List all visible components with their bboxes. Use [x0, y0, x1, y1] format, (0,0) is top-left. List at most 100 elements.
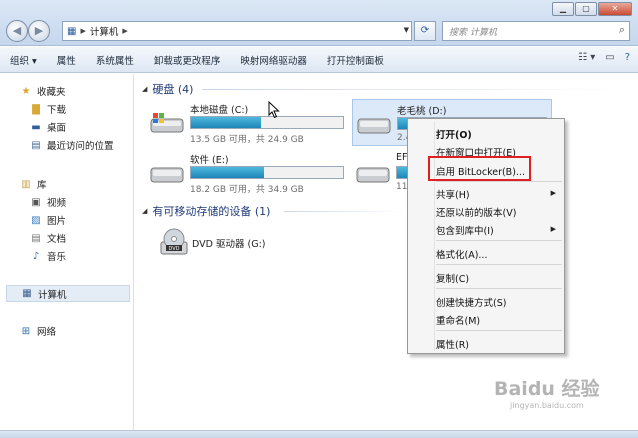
- menu-item-rename[interactable]: 重命名(M): [436, 313, 480, 327]
- toolbar-properties[interactable]: 属性: [47, 53, 86, 67]
- dvd-drive-icon: DVD: [160, 228, 188, 255]
- nav-label: 视频: [47, 198, 67, 209]
- menu-item-properties[interactable]: 属性(R): [436, 337, 469, 351]
- toolbar-map-drive[interactable]: 映射网络驱动器: [230, 53, 317, 67]
- nav-label: 桌面: [47, 123, 67, 134]
- mouse-cursor-icon: [268, 101, 280, 119]
- drive-dvd[interactable]: DVD DVD 驱动器 (G:): [160, 226, 320, 262]
- search-input[interactable]: 搜索 计算机 ⌕: [442, 21, 630, 41]
- downloads-folder-icon: ▇: [32, 103, 40, 115]
- drive-name: 本地磁盘 (C:): [190, 105, 249, 116]
- nav-label: 网络: [37, 327, 57, 338]
- capacity-bar: [190, 166, 344, 179]
- menu-item-open[interactable]: 打开(O): [436, 127, 472, 141]
- drive-space-info: 13.5 GB 可用，共 24.9 GB: [190, 135, 304, 145]
- close-button[interactable]: ✕: [598, 2, 632, 16]
- drive-space-info: 18.2 GB 可用，共 34.9 GB: [190, 185, 304, 195]
- nav-computer[interactable]: ▦ 计算机: [6, 285, 130, 302]
- menu-item-copy[interactable]: 复制(C): [436, 271, 469, 285]
- toolbar-control-panel[interactable]: 打开控制面板: [317, 53, 394, 67]
- nav-documents[interactable]: ▤ 文档: [30, 231, 66, 246]
- hard-drive-windows-icon: [150, 113, 184, 133]
- menu-separator: [436, 330, 562, 331]
- network-icon: ⊞: [21, 325, 31, 337]
- address-bar[interactable]: ▦ ▶ 计算机 ▶ ▼: [62, 21, 412, 41]
- drive-c[interactable]: 本地磁盘 (C:) 13.5 GB 可用，共 24.9 GB: [150, 102, 350, 146]
- breadcrumb-computer[interactable]: 计算机: [90, 24, 119, 38]
- watermark: Baidu 经验 jingyan.baidu.com: [494, 374, 600, 410]
- nav-desktop[interactable]: ▬ 桌面: [30, 120, 67, 135]
- libraries-icon: ▥: [21, 178, 31, 190]
- nav-label: 库: [37, 180, 47, 191]
- section-hard-disks[interactable]: ◢ 硬盘 (4): [142, 81, 193, 97]
- drive-space-info: 11: [396, 182, 408, 192]
- nav-label: 最近访问的位置: [47, 141, 114, 152]
- nav-network[interactable]: ⊞ 网络: [20, 324, 57, 339]
- search-placeholder: 搜索 计算机: [449, 28, 497, 38]
- title-bar: ▁ ▢ ✕ ◀ ▶ ▦ ▶ 计算机 ▶ ▼ ⟳ 搜索 计算机 ⌕: [0, 0, 638, 46]
- section-divider: [202, 89, 622, 90]
- nav-recent-places[interactable]: ▤ 最近访问的位置: [30, 138, 114, 153]
- music-icon: ♪: [32, 250, 40, 262]
- svg-text:DVD: DVD: [168, 246, 179, 252]
- menu-separator: [436, 240, 562, 241]
- section-removable[interactable]: ◢ 有可移动存储的设备 (1): [142, 203, 270, 219]
- breadcrumb-separator-icon: ▶: [80, 27, 86, 35]
- menu-item-include-library[interactable]: 包含到库中(I): [436, 223, 494, 237]
- nav-label: 计算机: [38, 289, 67, 301]
- nav-favorites[interactable]: ★ 收藏夹: [20, 84, 66, 99]
- nav-label: 收藏夹: [37, 87, 66, 98]
- star-icon: ★: [21, 85, 31, 97]
- menu-item-restore-versions[interactable]: 还原以前的版本(V): [436, 205, 516, 219]
- section-title: 硬盘 (4): [152, 83, 194, 96]
- nav-label: 下载: [47, 105, 67, 116]
- watermark-url: jingyan.baidu.com: [510, 401, 584, 410]
- help-icon[interactable]: ?: [625, 52, 630, 63]
- menu-separator: [436, 288, 562, 289]
- submenu-arrow-icon: ▶: [550, 189, 556, 197]
- nav-pictures[interactable]: ▨ 图片: [30, 213, 67, 228]
- capacity-bar-fill: [191, 117, 261, 128]
- hard-drive-icon: [357, 118, 391, 134]
- nav-label: 图片: [47, 216, 67, 227]
- drive-e[interactable]: 软件 (E:) 18.2 GB 可用，共 34.9 GB: [150, 152, 350, 196]
- back-button[interactable]: ◀: [6, 20, 28, 42]
- minimize-button[interactable]: ▁: [552, 2, 574, 16]
- toolbar-uninstall[interactable]: 卸载或更改程序: [144, 53, 231, 67]
- nav-libraries[interactable]: ▥ 库: [20, 177, 47, 192]
- view-controls: ☷ ▾ ▭ ?: [578, 52, 630, 63]
- section-divider: [284, 211, 404, 212]
- menu-separator: [436, 181, 562, 182]
- desktop-icon: ▬: [31, 121, 41, 133]
- documents-icon: ▤: [31, 232, 41, 244]
- menu-item-create-shortcut[interactable]: 创建快捷方式(S): [436, 295, 506, 309]
- toolbar-organize[interactable]: 组织 ▾: [0, 53, 47, 67]
- computer-small-icon: ▦: [67, 25, 77, 37]
- refresh-button[interactable]: ⟳: [414, 21, 436, 41]
- address-dropdown-icon[interactable]: ▼: [404, 26, 409, 34]
- menu-item-share[interactable]: 共享(H): [436, 187, 470, 201]
- context-menu: 打开(O) 在新窗口中打开(E) 启用 BitLocker(B)... 共享(H…: [407, 118, 565, 354]
- hard-drive-icon: [356, 167, 390, 183]
- forward-arrow-icon: ▶: [34, 24, 44, 37]
- preview-pane-icon[interactable]: ▭: [605, 52, 614, 63]
- navigation-pane: ★ 收藏夹 ▇ 下载 ▬ 桌面 ▤ 最近访问的位置 ▥ 库 ▣ 视频 ▨ 图片 …: [0, 74, 134, 430]
- watermark-logo: Baidu 经验: [494, 378, 600, 400]
- maximize-button[interactable]: ▢: [575, 2, 597, 16]
- capacity-bar-fill: [191, 167, 264, 178]
- nav-label: 音乐: [47, 252, 67, 263]
- nav-music[interactable]: ♪ 音乐: [30, 249, 67, 264]
- breadcrumb-separator-icon[interactable]: ▶: [122, 27, 127, 35]
- forward-button[interactable]: ▶: [28, 20, 50, 42]
- drive-name: DVD 驱动器 (G:): [192, 239, 266, 250]
- view-options-icon[interactable]: ☷ ▾: [578, 52, 595, 63]
- menu-item-format[interactable]: 格式化(A)...: [436, 247, 487, 261]
- toolbar-system-properties[interactable]: 系统属性: [86, 53, 144, 67]
- nav-downloads[interactable]: ▇ 下载: [30, 102, 67, 117]
- collapse-arrow-icon[interactable]: ◢: [142, 85, 147, 93]
- nav-videos[interactable]: ▣ 视频: [30, 195, 67, 210]
- collapse-arrow-icon[interactable]: ◢: [142, 207, 147, 215]
- search-icon[interactable]: ⌕: [619, 23, 625, 37]
- refresh-icon: ⟳: [420, 25, 430, 36]
- menu-separator: [436, 264, 562, 265]
